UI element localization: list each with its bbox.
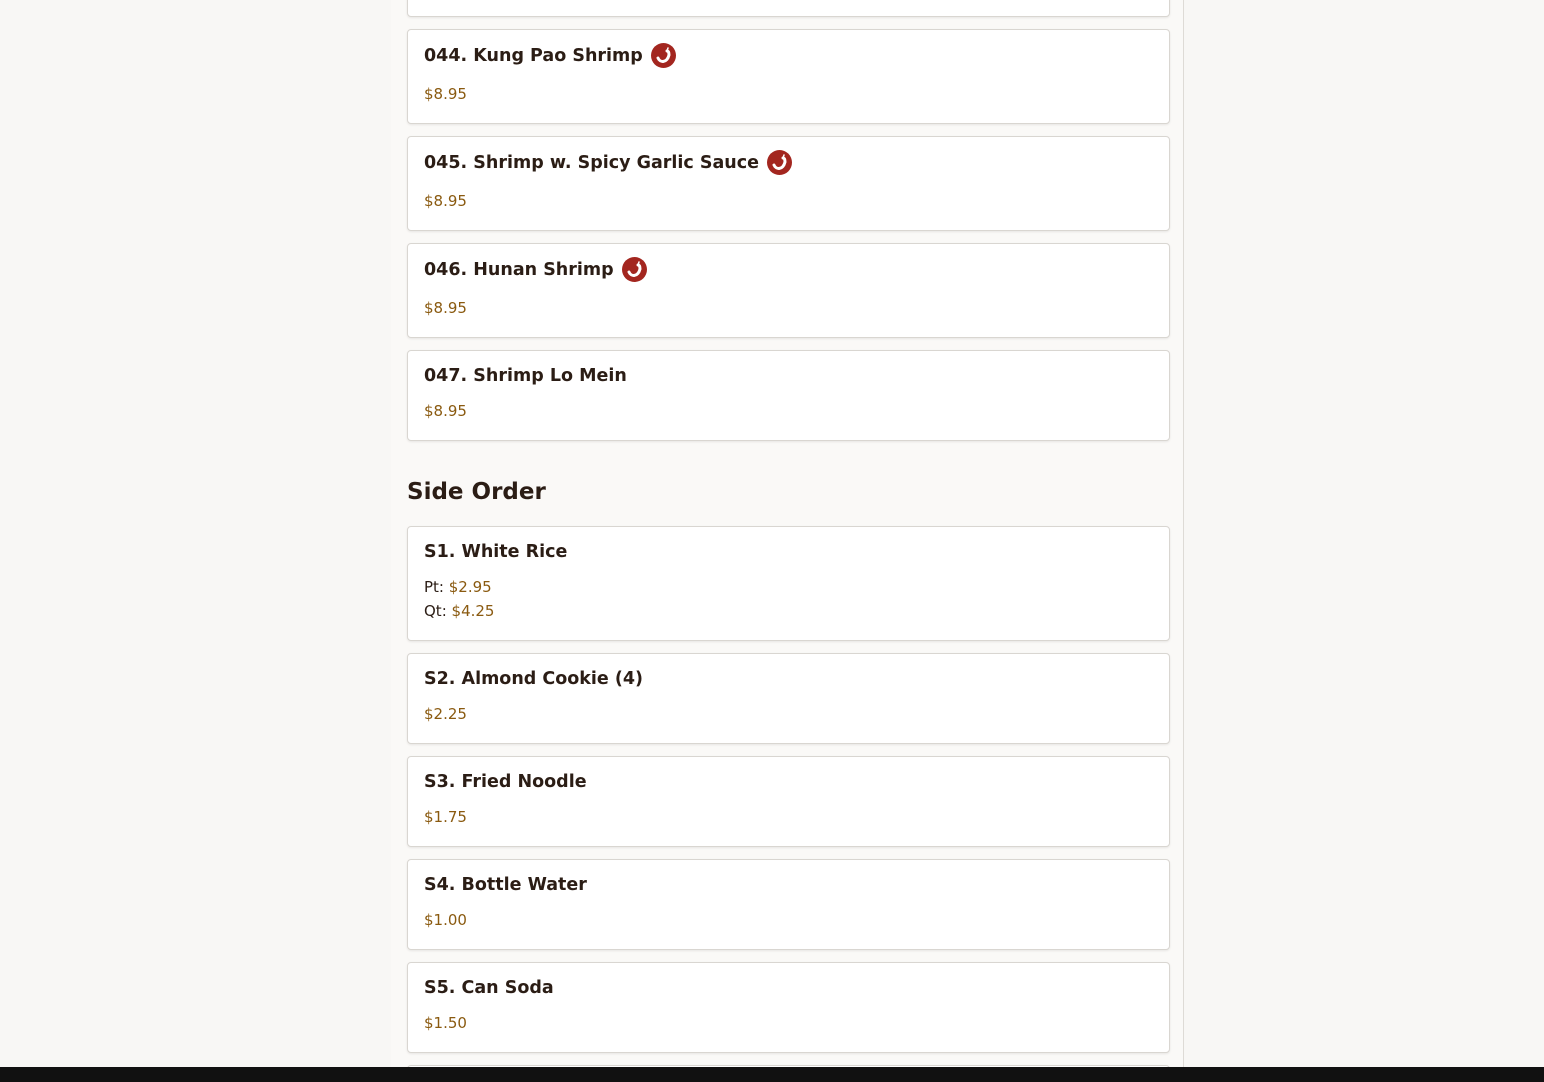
menu-item-card[interactable]: S4. Bottle Water $1.00 xyxy=(407,859,1170,950)
menu-item-name: 047. Shrimp Lo Mein xyxy=(424,366,627,386)
price-size-label: Qt: xyxy=(424,602,447,620)
bottom-bar xyxy=(0,1067,1544,1082)
menu-item-price: $1.00 xyxy=(424,911,467,929)
menu-item-price: $2.25 xyxy=(424,705,467,723)
menu-item-price: $1.75 xyxy=(424,808,467,826)
menu-item-title: S5. Can Soda xyxy=(424,978,554,998)
menu-item-title: 046. Hunan Shrimp xyxy=(424,257,647,282)
menu-item-price: $8.95 xyxy=(424,299,467,317)
menu-item-card[interactable]: 046. Hunan Shrimp $8.95 xyxy=(407,243,1170,338)
menu-item-name: S1. White Rice xyxy=(424,542,568,562)
menu-item-card[interactable]: S2. Almond Cookie (4) $2.25 xyxy=(407,653,1170,744)
menu-column: 044. Kung Pao Shrimp $8.95 045. Shrimp w… xyxy=(391,0,1184,1082)
menu-item-card[interactable]: S1. White Rice Pt: $2.95 Qt: $4.25 xyxy=(407,526,1170,641)
menu-item-price: $1.50 xyxy=(424,1014,467,1032)
menu-item-title: 045. Shrimp w. Spicy Garlic Sauce xyxy=(424,150,792,175)
menu-item-title: S4. Bottle Water xyxy=(424,875,587,895)
menu-item-name: S3. Fried Noodle xyxy=(424,772,587,792)
menu-item-name: 045. Shrimp w. Spicy Garlic Sauce xyxy=(424,152,759,173)
menu-item-title: S2. Almond Cookie (4) xyxy=(424,669,643,689)
page: 044. Kung Pao Shrimp $8.95 045. Shrimp w… xyxy=(0,0,1544,1082)
menu-item-price: $8.95 xyxy=(424,402,467,420)
menu-item-price: $8.95 xyxy=(424,192,467,210)
price-size-label: Pt: xyxy=(424,578,444,596)
menu-item-name: S4. Bottle Water xyxy=(424,875,587,895)
chili-pepper-icon xyxy=(621,257,647,282)
menu-item-card-partial[interactable] xyxy=(407,0,1170,17)
menu-item-card[interactable]: 044. Kung Pao Shrimp $8.95 xyxy=(407,29,1170,124)
chili-pepper-icon xyxy=(650,43,676,68)
price-value: $2.95 xyxy=(448,578,492,596)
menu-item-card[interactable]: S5. Can Soda $1.50 xyxy=(407,962,1170,1053)
menu-item-price: $8.95 xyxy=(424,85,467,103)
price-value: $4.25 xyxy=(451,602,495,620)
menu-item-name: S5. Can Soda xyxy=(424,978,554,998)
chili-pepper-icon xyxy=(767,150,792,175)
menu-item-card[interactable]: 045. Shrimp w. Spicy Garlic Sauce $8.95 xyxy=(407,136,1170,231)
menu-item-name: 046. Hunan Shrimp xyxy=(424,259,614,280)
menu-item-name: S2. Almond Cookie (4) xyxy=(424,669,644,689)
menu-item-price-quart: Qt: $4.25 xyxy=(424,602,494,620)
menu-item-card[interactable]: S3. Fried Noodle $1.75 xyxy=(407,756,1170,847)
menu-item-title: S1. White Rice xyxy=(424,542,567,562)
menu-item-title: S3. Fried Noodle xyxy=(424,772,587,792)
menu-item-card[interactable]: 047. Shrimp Lo Mein $8.95 xyxy=(407,350,1170,441)
section-title-side-order: Side Order xyxy=(407,479,546,505)
menu-item-price-pint: Pt: $2.95 xyxy=(424,578,492,596)
menu-item-name: 044. Kung Pao Shrimp xyxy=(424,45,643,66)
menu-item-title: 044. Kung Pao Shrimp xyxy=(424,43,676,68)
menu-item-title: 047. Shrimp Lo Mein xyxy=(424,366,627,386)
